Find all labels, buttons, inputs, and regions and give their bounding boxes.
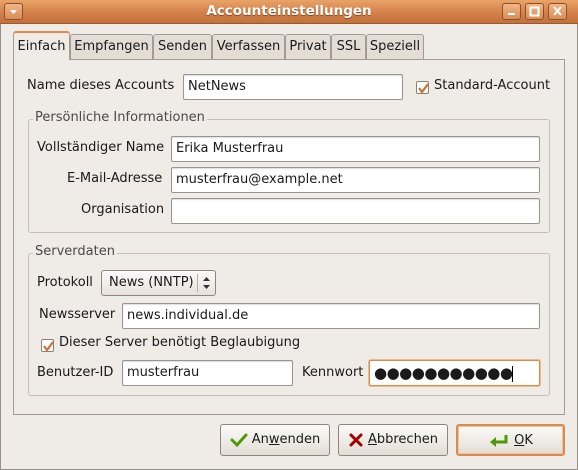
maximize-button[interactable] — [525, 3, 544, 20]
email-field[interactable]: musterfrau@example.net — [171, 167, 540, 193]
tab-senden[interactable]: Senden — [153, 34, 212, 59]
email-label: E-Mail-Adresse — [67, 171, 163, 186]
protocol-value: News (NNTP) — [109, 275, 194, 290]
tab-ssl[interactable]: SSL — [331, 34, 366, 59]
ok-label-post: K — [524, 433, 533, 448]
fullname-label: Vollständiger Name — [37, 140, 165, 155]
tab-privat[interactable]: Privat — [285, 34, 331, 59]
tab-speziell[interactable]: Speziell — [366, 34, 424, 59]
server-legend: Serverdaten — [33, 244, 117, 259]
apply-label-key: w — [268, 432, 280, 447]
newsserver-field[interactable]: news.individual.de — [122, 303, 540, 329]
text-cursor — [512, 365, 514, 382]
tab-empfangen[interactable]: Empfangen — [70, 34, 153, 59]
cancel-icon — [349, 433, 363, 446]
minimize-button[interactable] — [502, 3, 521, 20]
apply-button[interactable]: Anwenden — [220, 424, 330, 456]
maximize-icon — [529, 6, 540, 17]
tab-einfach[interactable]: Einfach — [13, 31, 70, 60]
organisation-label: Organisation — [81, 202, 165, 217]
password-mask: ●●●●●●●●●●● — [374, 364, 513, 382]
updown-arrows-icon — [203, 277, 210, 289]
window-title: Accounteinstellungen — [206, 3, 372, 19]
password-label: Kennwort — [302, 365, 364, 380]
account-name-field[interactable]: NetNews — [183, 74, 403, 100]
newsserver-label: Newsserver — [39, 307, 116, 322]
user-id-field[interactable]: musterfrau — [122, 360, 293, 386]
protocol-select[interactable]: News (NNTP) — [101, 270, 216, 296]
ok-label-key: O — [514, 433, 525, 448]
checkmark-icon — [418, 83, 429, 94]
cancel-label-key: A — [367, 432, 377, 447]
auth-required-checkbox[interactable] — [41, 339, 54, 352]
personal-info-legend: Persönliche Informationen — [33, 110, 207, 125]
checkmark-icon — [43, 341, 54, 352]
account-name-label: Name dieses Accounts — [27, 78, 175, 93]
minimize-icon — [508, 13, 515, 15]
cancel-label-post: bbrechen — [376, 432, 439, 447]
tab-verfassen[interactable]: Verfassen — [212, 34, 285, 59]
checkmark-icon — [230, 433, 248, 447]
apply-label-pre: An — [251, 432, 269, 447]
user-id-label: Benutzer-ID — [37, 365, 114, 380]
close-icon — [553, 6, 562, 16]
apply-label-post: enden — [279, 432, 321, 447]
protocol-label: Protokoll — [37, 275, 93, 290]
password-field[interactable]: ●●●●●●●●●●● — [369, 360, 540, 386]
cancel-button[interactable]: Abbrechen — [338, 424, 448, 456]
enter-arrow-icon — [490, 434, 508, 447]
auth-required-label: Dieser Server benötigt Beglaubigung — [59, 335, 301, 350]
fullname-field[interactable]: Erika Musterfrau — [171, 136, 540, 162]
default-account-label: Standard-Account — [434, 78, 551, 93]
close-window-button[interactable] — [548, 3, 567, 20]
default-account-checkbox[interactable] — [416, 81, 429, 94]
organisation-field[interactable] — [171, 198, 540, 224]
ok-button[interactable]: OK — [456, 424, 565, 456]
combo-separator — [197, 274, 198, 292]
